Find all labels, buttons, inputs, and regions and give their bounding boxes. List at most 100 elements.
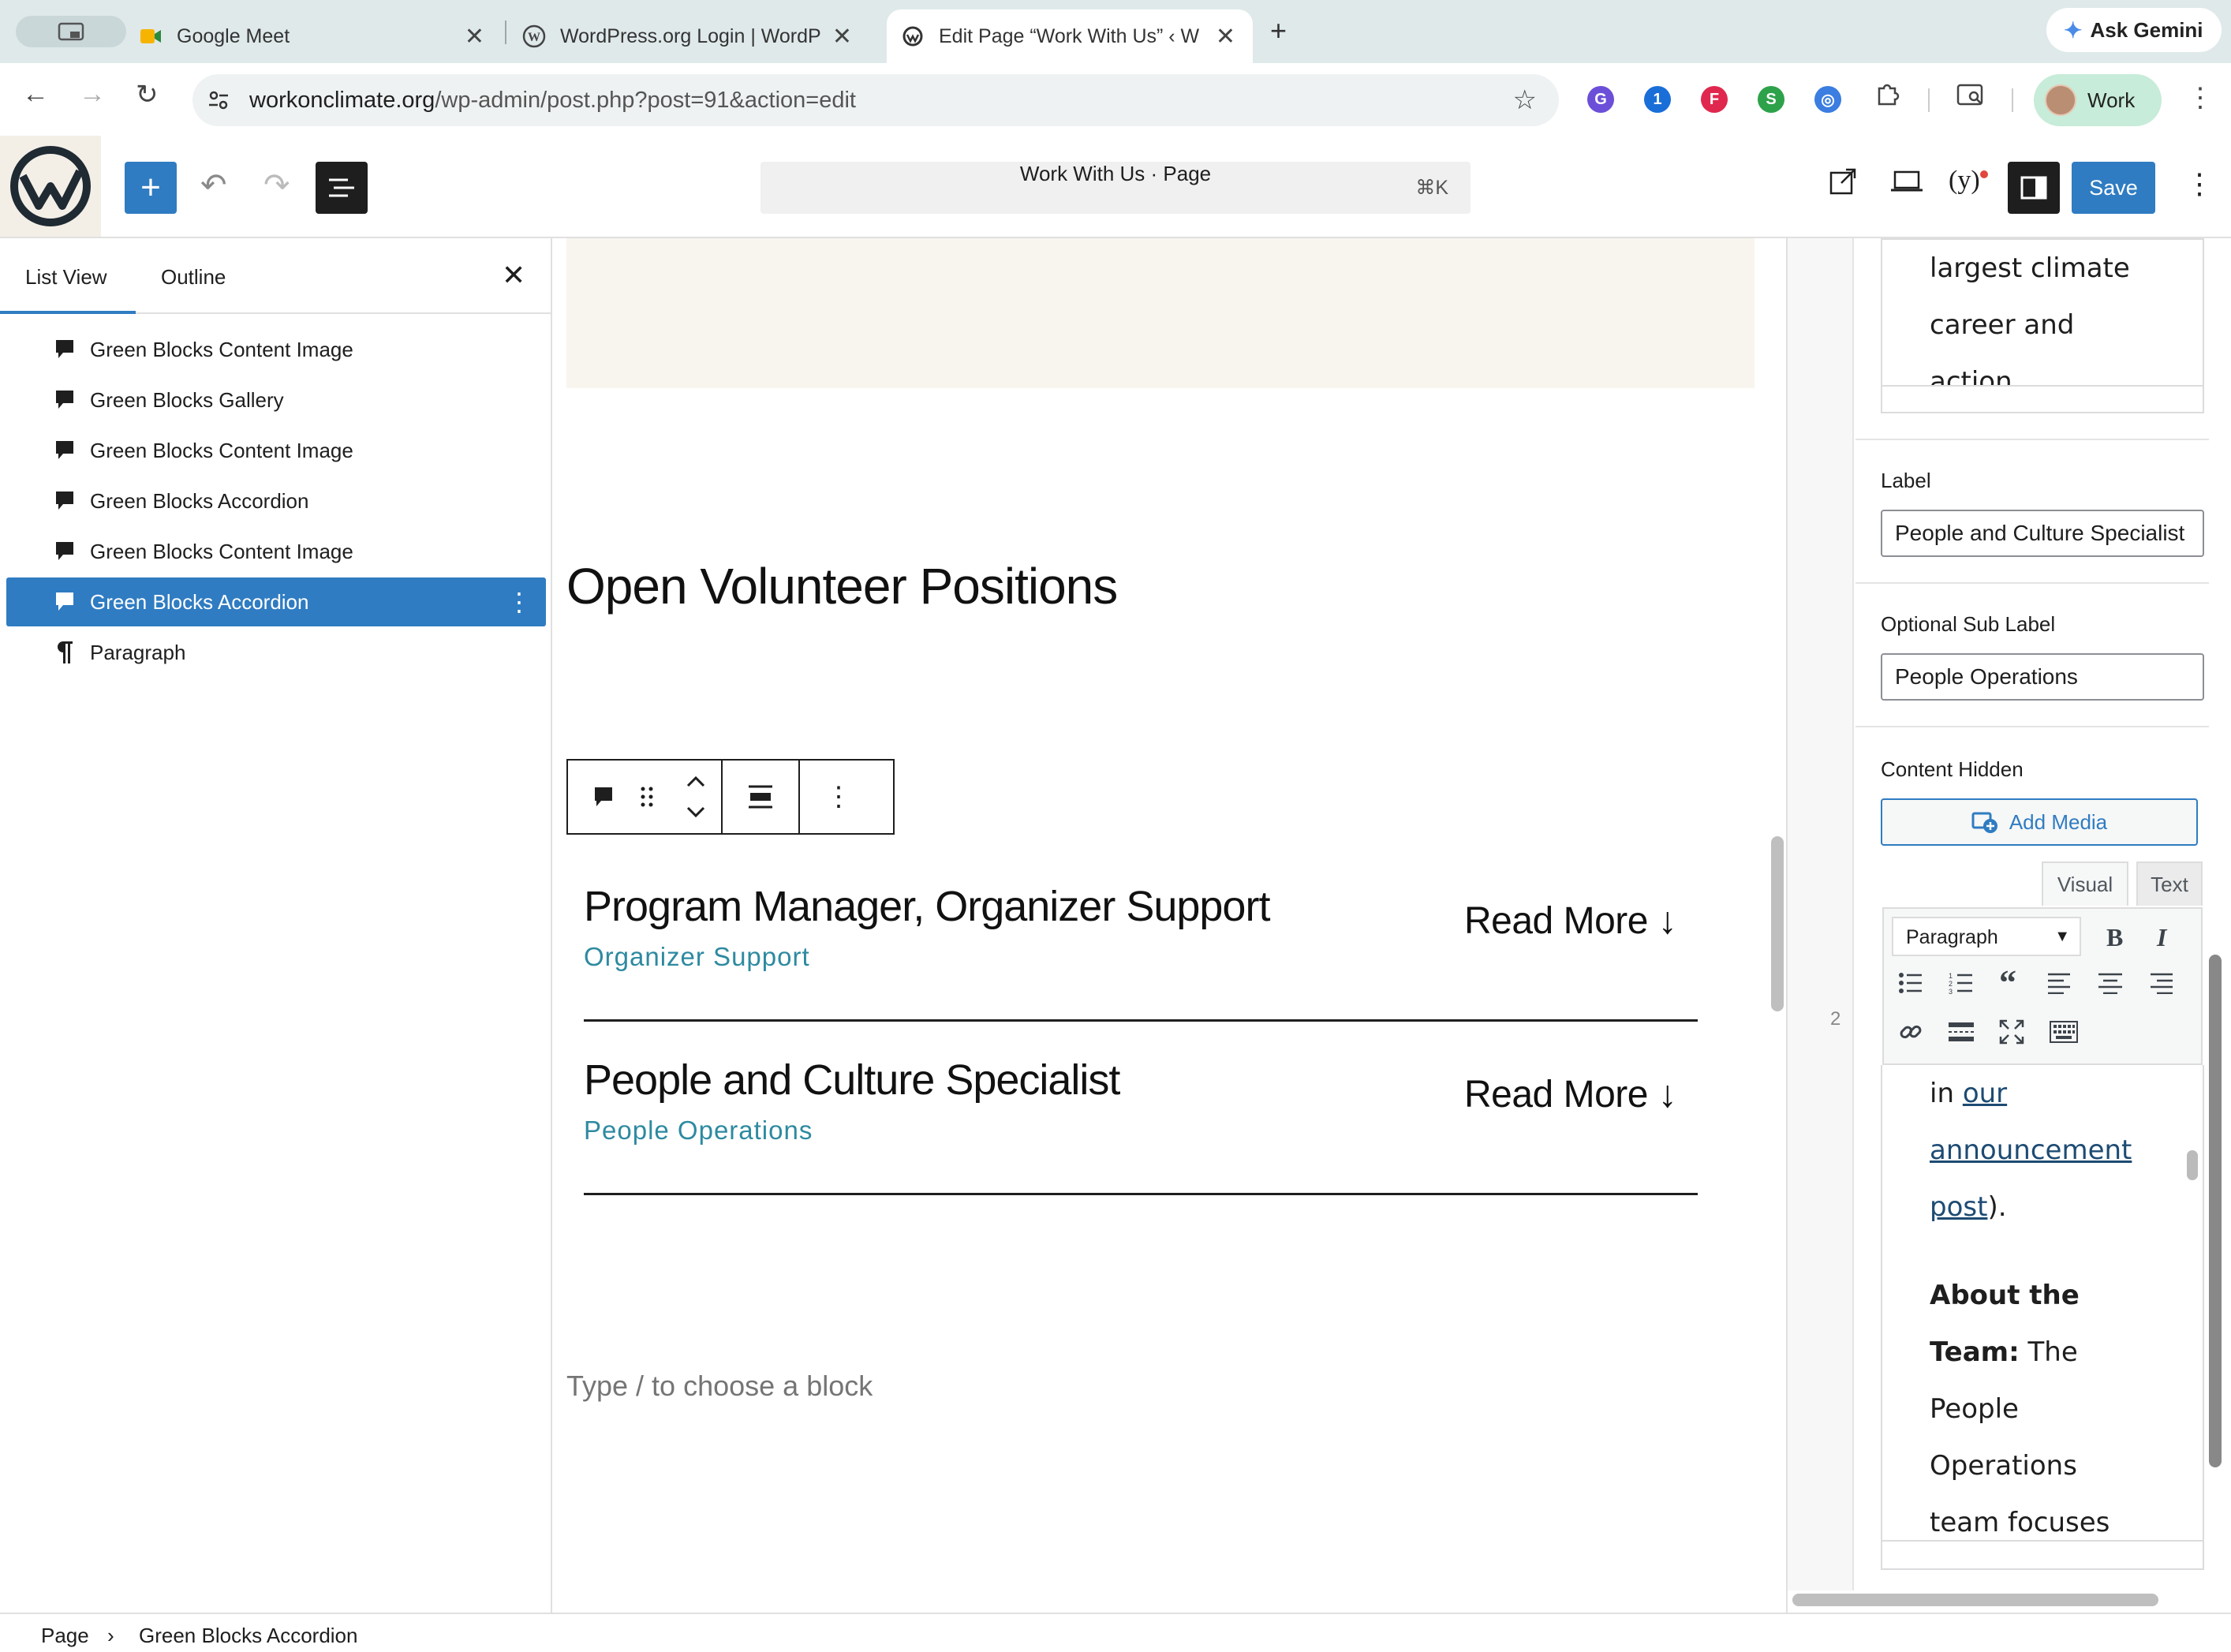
tab-google-meet[interactable]: Google Meet ✕ <box>139 9 502 63</box>
ask-gemini-label: Ask Gemini <box>2090 17 2203 42</box>
tab-outline[interactable]: Outline <box>161 265 226 290</box>
sidebar-scrollbar[interactable] <box>2209 955 2222 1467</box>
circle-extension-icon[interactable]: ◎ <box>1814 86 1841 113</box>
command-palette-bar[interactable]: Work With Us · Page ⌘K <box>760 162 1471 214</box>
save-button[interactable]: Save <box>2072 162 2155 214</box>
inline-link[interactable]: our <box>1963 1078 2007 1109</box>
profile-label: Work <box>2087 88 2136 112</box>
numbered-list-icon[interactable]: 123 <box>1949 972 1974 994</box>
close-icon[interactable]: ✕ <box>502 259 525 292</box>
back-arrow-icon[interactable]: ← <box>22 79 49 110</box>
top-content-editor[interactable]: largest climate career and action <box>1881 238 2204 413</box>
tab-group-icon[interactable] <box>16 16 126 47</box>
list-view-item[interactable]: Green Blocks Accordion ⋮ <box>6 577 546 626</box>
tab-search-icon[interactable] <box>1956 82 1986 116</box>
ask-gemini-button[interactable]: ✦ Ask Gemini <box>2046 8 2222 52</box>
toolbar-toggle-icon[interactable] <box>2050 1021 2078 1043</box>
inline-link[interactable]: post <box>1930 1191 1987 1223</box>
format-select[interactable]: Paragraph ▼ <box>1892 917 2081 956</box>
text-line: Operations <box>1930 1450 2077 1482</box>
extensions-puzzle-icon[interactable] <box>1873 80 1901 116</box>
list-view-item[interactable]: Green Blocks Gallery <box>6 376 546 424</box>
accordion-item-sublabel[interactable]: People Operations <box>584 1116 813 1146</box>
accordion-item-title[interactable]: Program Manager, Organizer Support <box>584 882 1270 931</box>
editor-resize-bar[interactable] <box>1882 385 2203 412</box>
address-bar[interactable]: workonclimate.org/wp-admin/post.php?post… <box>192 74 1559 126</box>
tab-list-view[interactable]: List View <box>25 265 107 290</box>
grammarly-icon[interactable]: G <box>1587 86 1614 113</box>
redo-icon[interactable]: ↷ <box>263 167 290 204</box>
close-tab-icon[interactable]: ✕ <box>832 23 852 50</box>
list-view-item[interactable]: Green Blocks Content Image <box>6 527 546 576</box>
inline-link[interactable]: announcement <box>1930 1134 2132 1166</box>
read-more-toggle[interactable]: Read More ↓ <box>1464 899 1677 943</box>
settings-panel-toggle[interactable] <box>2008 162 2060 214</box>
content-hidden-editor[interactable]: in our announcement post). About the Tea… <box>1881 1065 2204 1570</box>
align-button[interactable] <box>723 761 800 833</box>
italic-icon[interactable]: I <box>2157 923 2166 952</box>
item-options-icon[interactable]: ⋮ <box>506 587 532 617</box>
list-view-item[interactable]: Green Blocks Content Image <box>6 325 546 374</box>
block-options-icon[interactable]: ⋮ <box>800 761 877 833</box>
blockquote-icon[interactable]: “ <box>1999 962 2016 1003</box>
move-up-down-buttons[interactable] <box>671 761 723 833</box>
editor-resize-bar[interactable] <box>1882 1540 2203 1568</box>
content-image-block[interactable] <box>566 238 1755 388</box>
align-left-icon[interactable] <box>2048 972 2072 994</box>
canvas-scrollbar[interactable] <box>1771 836 1784 1011</box>
tab-visual[interactable]: Visual <box>2042 862 2128 906</box>
tinymce-toolbar: Paragraph ▼ B I 123 “ <box>1882 907 2203 1065</box>
flipboard-icon[interactable]: F <box>1701 86 1728 113</box>
add-media-button[interactable]: Add Media <box>1881 798 2198 846</box>
site-settings-icon[interactable] <box>207 88 230 112</box>
forward-arrow-icon[interactable]: → <box>79 79 106 110</box>
close-tab-icon[interactable]: ✕ <box>465 23 484 50</box>
list-view-item[interactable]: Green Blocks Content Image <box>6 426 546 475</box>
bullet-list-icon[interactable] <box>1898 972 1923 994</box>
text-line: Team: The <box>1930 1324 2132 1381</box>
document-overview-button[interactable] <box>316 162 368 214</box>
text-line: largest climate <box>1930 252 2130 284</box>
editor-scrollbar[interactable] <box>2187 1150 2198 1180</box>
label-input[interactable]: People and Culture Specialist <box>1881 510 2204 557</box>
tab-text[interactable]: Text <box>2136 862 2203 906</box>
reload-icon[interactable]: ↻ <box>136 79 159 110</box>
tab-edit-page[interactable]: Edit Page “Work With Us” ‹ W ✕ <box>887 9 1253 63</box>
block-type-button[interactable] <box>584 761 623 833</box>
bookmark-star-icon[interactable]: ☆ <box>1513 84 1537 116</box>
s-extension-icon[interactable]: S <box>1758 86 1784 113</box>
editor-canvas[interactable]: Open Volunteer Positions ⋮ Program Manag… <box>554 238 1769 1613</box>
fullscreen-icon[interactable] <box>1999 1019 2024 1045</box>
options-menu-icon[interactable]: ⋮ <box>2185 167 2214 200</box>
profile-chip[interactable]: Work <box>2034 74 2162 126</box>
device-preview-icon[interactable] <box>1890 167 1923 200</box>
link-icon[interactable] <box>1898 1019 1923 1045</box>
align-center-icon[interactable] <box>2098 972 2122 994</box>
accordion-item-title[interactable]: People and Culture Specialist <box>584 1056 1120 1104</box>
add-block-button[interactable]: + <box>125 162 177 214</box>
browser-menu-icon[interactable]: ⋮ <box>2187 82 2214 114</box>
undo-icon[interactable]: ↶ <box>200 167 227 204</box>
accordion-item-sublabel[interactable]: Organizer Support <box>584 942 810 972</box>
new-tab-button[interactable]: + <box>1270 14 1287 47</box>
breadcrumb-page[interactable]: Page <box>41 1624 89 1648</box>
yoast-seo-icon[interactable]: (y) <box>1949 166 1988 196</box>
sidebar-horizontal-scrollbar[interactable] <box>1792 1594 2158 1606</box>
bold-icon[interactable]: B <box>2106 923 2123 952</box>
section-heading[interactable]: Open Volunteer Positions <box>566 557 1118 615</box>
sub-label-input[interactable]: People Operations <box>1881 653 2204 701</box>
breadcrumb-current-block[interactable]: Green Blocks Accordion <box>139 1624 357 1648</box>
drag-handle[interactable] <box>623 761 671 833</box>
site-logo[interactable] <box>0 136 101 237</box>
view-page-icon[interactable] <box>1829 167 1857 203</box>
onepassword-icon[interactable]: 1 <box>1644 86 1671 113</box>
block-placeholder[interactable]: Type / to choose a block <box>566 1370 873 1403</box>
list-view-item[interactable]: Paragraph <box>6 628 546 677</box>
text-span: ). <box>1987 1191 2007 1223</box>
tab-wordpress-login[interactable]: W WordPress.org Login | WordP ✕ <box>522 9 869 63</box>
list-view-item[interactable]: Green Blocks Accordion <box>6 477 546 525</box>
read-more-toggle[interactable]: Read More ↓ <box>1464 1073 1677 1116</box>
close-tab-icon[interactable]: ✕ <box>1216 23 1235 50</box>
align-right-icon[interactable] <box>2149 972 2173 994</box>
read-more-tag-icon[interactable] <box>1949 1021 1974 1043</box>
